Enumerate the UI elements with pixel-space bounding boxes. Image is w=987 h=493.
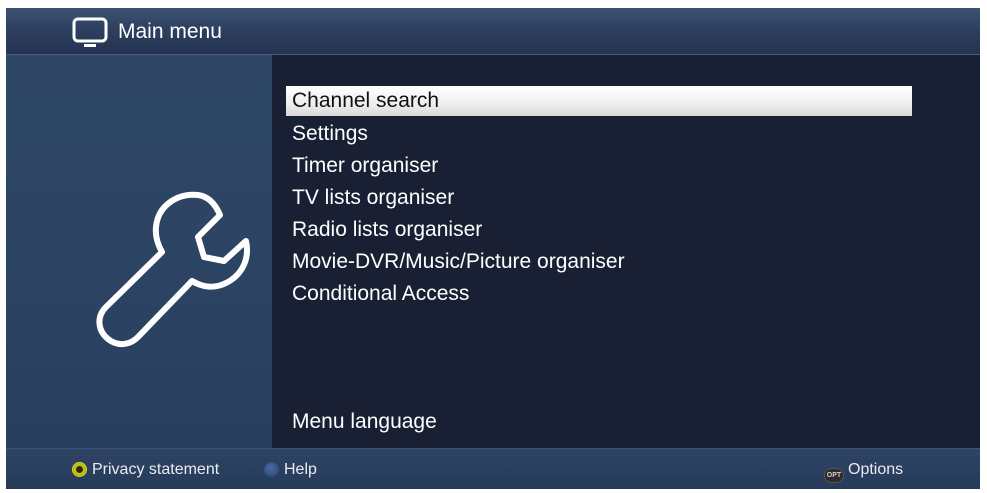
opt-key-icon: OPT [824, 468, 844, 483]
menu-item-settings[interactable]: Settings [288, 119, 368, 149]
wrench-icon [96, 191, 250, 347]
menu-item-menu-language[interactable]: Menu language [288, 407, 437, 437]
privacy-statement-label: Privacy statement [92, 461, 220, 478]
tv-icon [72, 17, 108, 47]
footer-bar: Privacy statement Help OPT Options [6, 448, 980, 489]
menu-item-media-organiser[interactable]: Movie-DVR/Music/Picture organiser [288, 247, 625, 277]
menu-item-channel-search[interactable]: Channel search [286, 86, 912, 116]
privacy-statement-button[interactable]: Privacy statement [72, 460, 219, 480]
side-panel [6, 55, 272, 448]
yellow-key-icon [72, 462, 87, 477]
blue-key-icon [264, 462, 279, 477]
help-button[interactable]: Help [264, 460, 317, 480]
tv-screen: Main menu Channel search Settings Timer … [6, 8, 980, 489]
help-label: Help [284, 461, 317, 478]
header-bar: Main menu [6, 8, 980, 55]
menu-item-radio-lists-organiser[interactable]: Radio lists organiser [288, 215, 482, 245]
menu-list: Channel search Settings Timer organiser … [272, 55, 980, 448]
page-title: Main menu [118, 20, 222, 43]
menu-item-timer-organiser[interactable]: Timer organiser [288, 151, 438, 181]
options-label: Options [848, 461, 904, 478]
menu-item-tv-lists-organiser[interactable]: TV lists organiser [288, 183, 454, 213]
options-button[interactable]: OPT Options [824, 460, 904, 483]
menu-item-conditional-access[interactable]: Conditional Access [288, 279, 469, 309]
